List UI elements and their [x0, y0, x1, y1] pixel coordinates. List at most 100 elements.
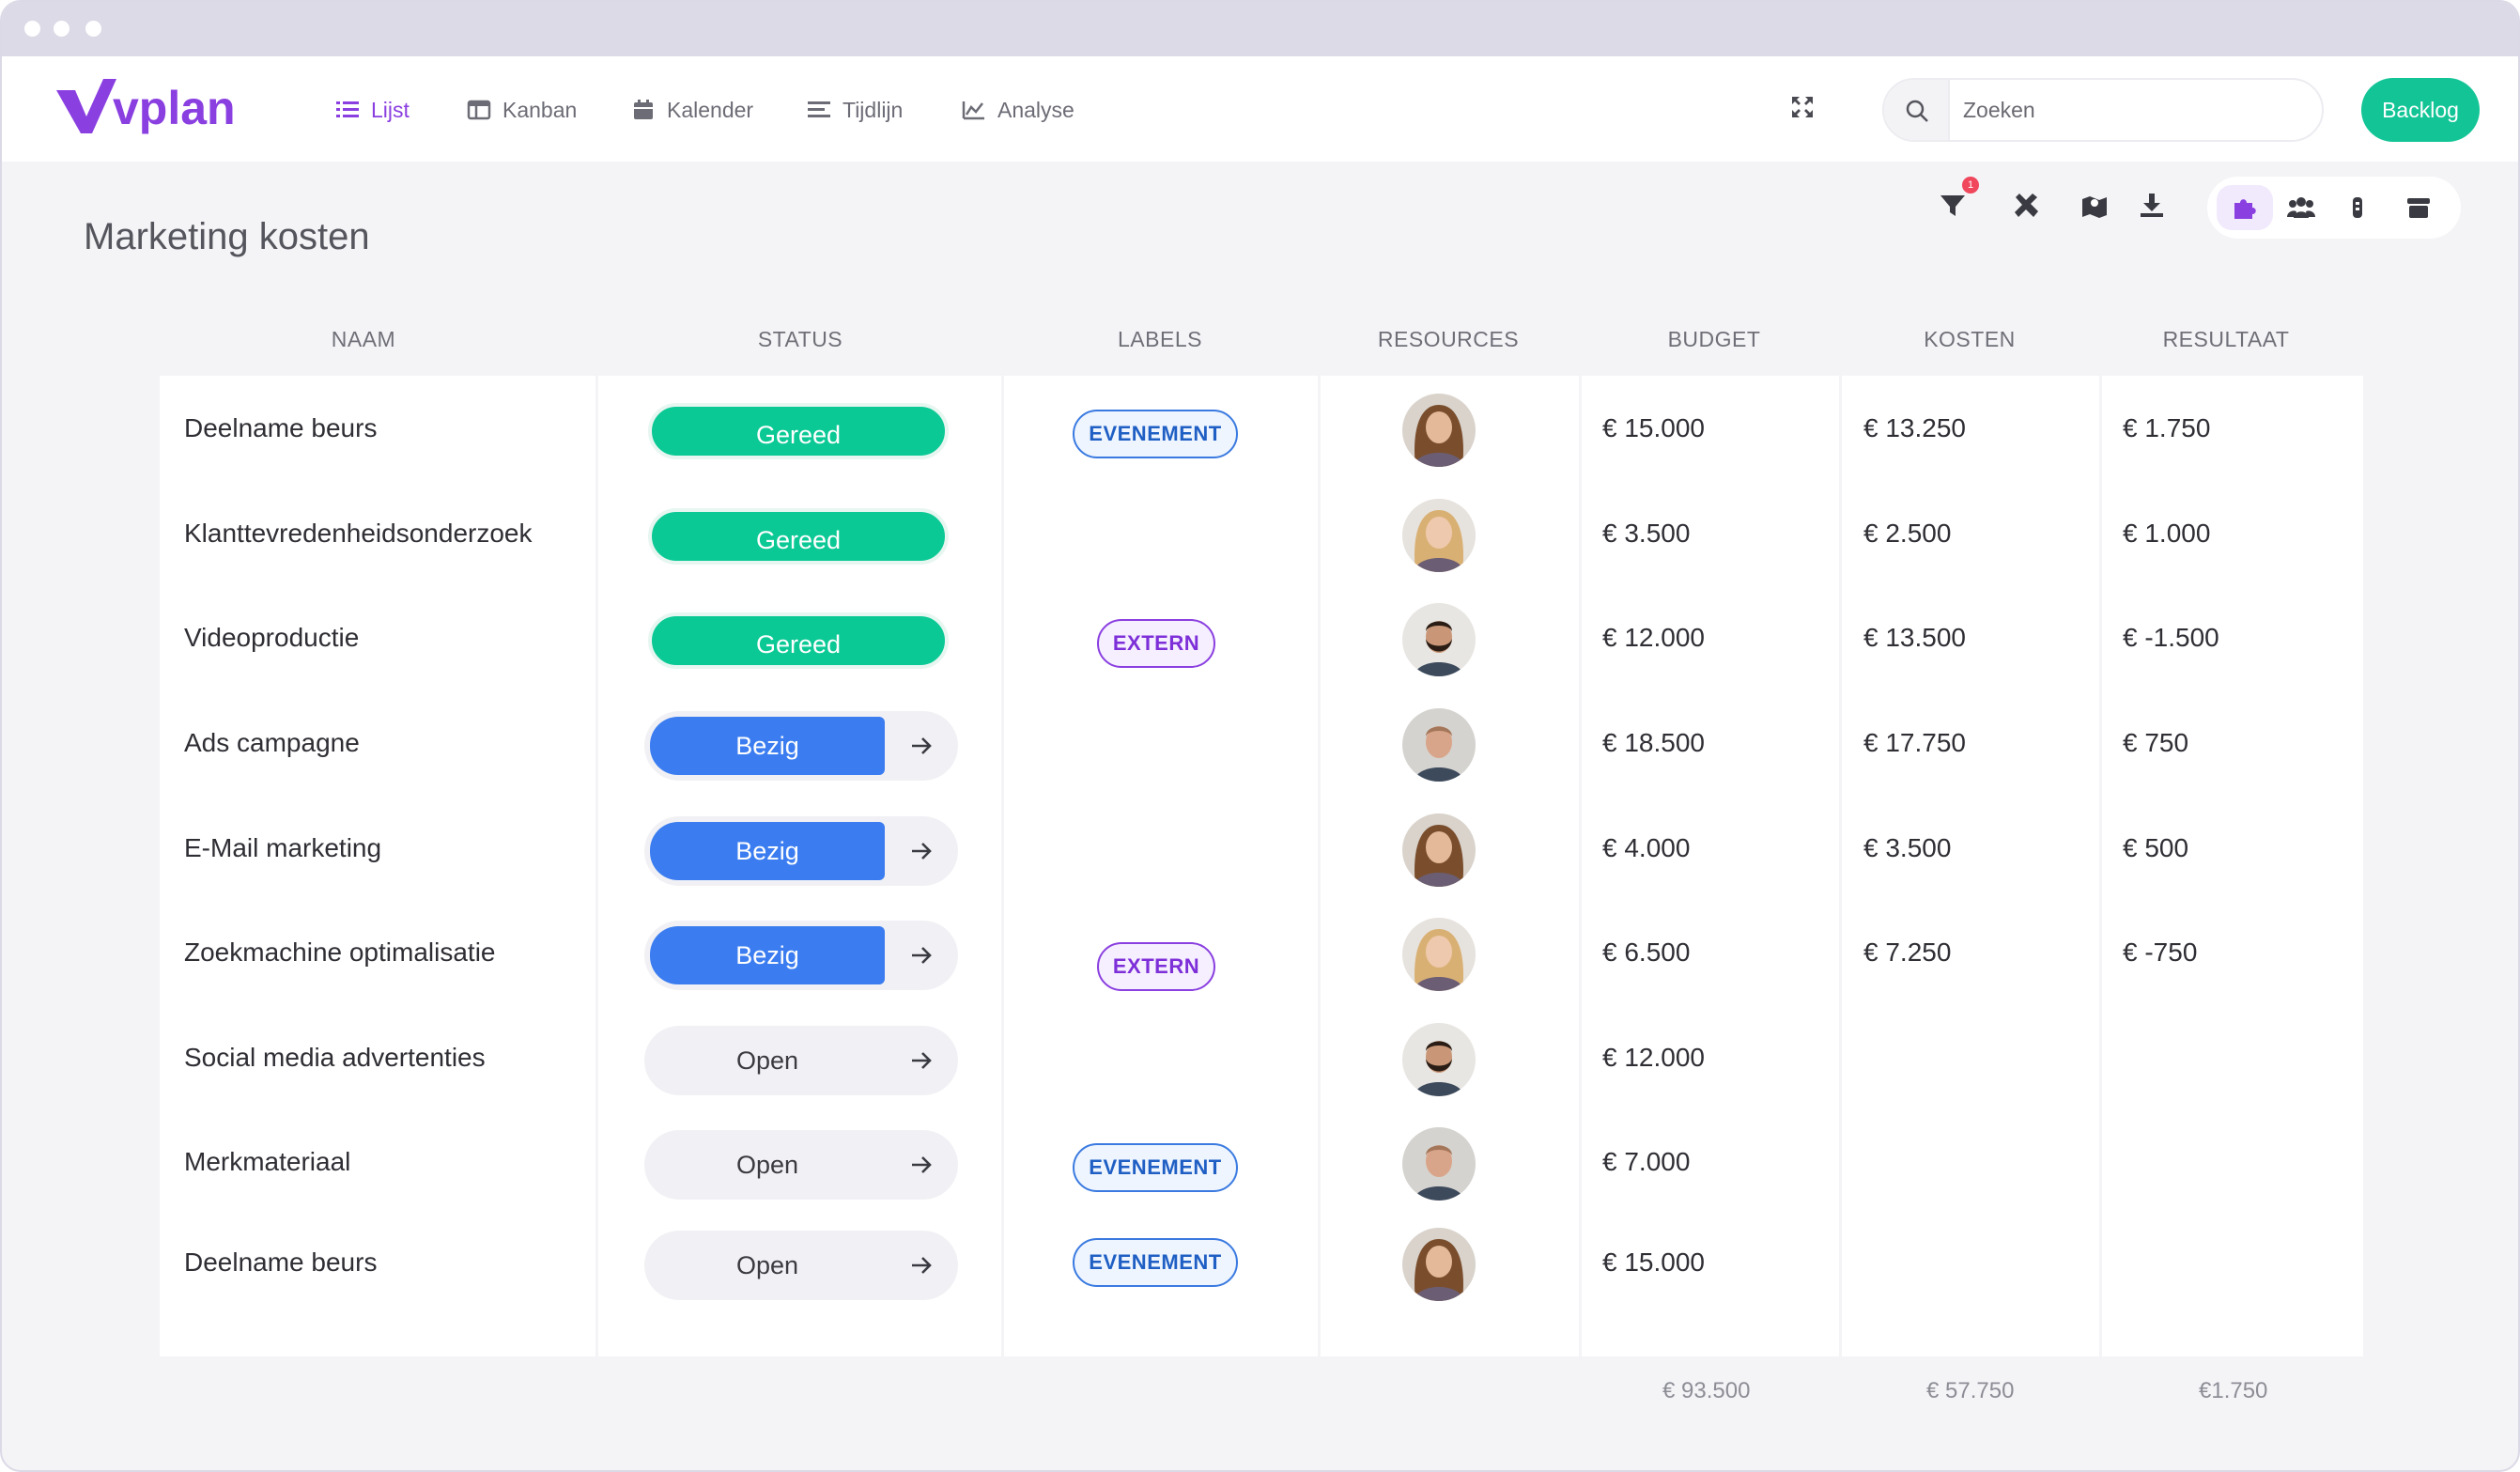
avatar[interactable] [1402, 1228, 1476, 1301]
budget-value: € 18.500 [1602, 728, 1705, 757]
window-titlebar [2, 2, 2518, 56]
arrow-right-icon[interactable] [909, 1253, 934, 1278]
avatar[interactable] [1402, 1023, 1476, 1096]
fullscreen-icon[interactable] [1789, 94, 1816, 120]
label-badge[interactable]: EVENEMENT [1073, 410, 1238, 458]
arrow-right-icon[interactable] [909, 839, 934, 863]
column-header-resources[interactable]: RESOURCES [1354, 327, 1542, 352]
kosten-value: € 3.500 [1863, 833, 1952, 862]
column-header-kosten[interactable]: KOSTEN [1876, 327, 2064, 352]
window-dot[interactable] [85, 21, 101, 37]
team-icon[interactable] [2287, 194, 2315, 222]
avatar[interactable] [1402, 813, 1476, 887]
download-icon[interactable] [2138, 192, 2166, 220]
arrow-right-icon[interactable] [909, 1153, 934, 1177]
status-button[interactable]: Gereed [648, 403, 949, 459]
status-button[interactable]: Gereed [648, 612, 949, 669]
table-row[interactable]: Deelname beurs Open EVENEMENT € 15.000 [160, 1210, 2363, 1314]
table-row[interactable]: Deelname beurs Gereed EVENEMENT € 15.000 € 1… [160, 376, 2363, 480]
tab-kanban[interactable]: Kanban [467, 92, 577, 128]
window-dot[interactable] [24, 21, 40, 37]
arrow-right-icon[interactable] [909, 734, 934, 758]
label-badge[interactable]: EXTERN [1097, 942, 1215, 991]
table-row[interactable]: Klanttevredenheidsonderzoek Gereed € 3.500… [160, 481, 2363, 585]
avatar[interactable] [1402, 1127, 1476, 1201]
status-control: Bezig [644, 921, 958, 990]
tab-label: Kalender [667, 97, 754, 122]
label-badge[interactable]: EXTERN [1097, 619, 1215, 668]
status-button[interactable]: Bezig [650, 717, 885, 775]
column-header-labels[interactable]: LABELS [1066, 327, 1254, 352]
calendar-icon [634, 100, 653, 119]
column-header-resultaat[interactable]: RESULTAAT [2132, 327, 2320, 352]
task-name[interactable]: Deelname beurs [184, 1247, 377, 1278]
task-name[interactable]: Zoekmachine optimalisatie [184, 937, 496, 968]
status-control: Bezig [644, 816, 958, 886]
table-row[interactable]: Social media advertenties Open € 12.000 [160, 1005, 2363, 1109]
budget-value: € 15.000 [1602, 1247, 1705, 1277]
status-button[interactable]: Gereed [648, 508, 949, 565]
avatar[interactable] [1402, 603, 1476, 676]
avatar[interactable] [1402, 708, 1476, 782]
status-control: Open [644, 1130, 958, 1200]
search-icon-wrap[interactable] [1884, 80, 1950, 140]
avatar[interactable] [1402, 918, 1476, 991]
task-name[interactable]: E-Mail marketing [184, 833, 381, 863]
kosten-value: € 7.250 [1863, 937, 1952, 967]
table-row[interactable]: Merkmateriaal Open EVENEMENT € 7.000 [160, 1109, 2363, 1214]
kanban-icon [467, 100, 491, 120]
label-badge[interactable]: EVENEMENT [1073, 1143, 1238, 1192]
label-badge[interactable]: EVENEMENT [1073, 1238, 1238, 1287]
archive-icon[interactable] [2404, 194, 2433, 222]
budget-value: € 4.000 [1602, 833, 1691, 862]
task-name[interactable]: Merkmateriaal [184, 1147, 350, 1177]
chart-icon [962, 101, 984, 120]
column-header-naam[interactable]: NAAM [274, 327, 453, 352]
arrow-right-icon[interactable] [909, 1048, 934, 1073]
table-row[interactable]: Ads campagne Bezig € 18.500 € 17.750 € 750 [160, 690, 2363, 795]
avatar[interactable] [1402, 499, 1476, 572]
resultaat-value: € -1.500 [2123, 623, 2219, 652]
task-name[interactable]: Videoproductie [184, 623, 359, 653]
tools-icon[interactable] [2012, 192, 2040, 220]
vplan-logo[interactable]: vplan [54, 77, 239, 145]
avatar[interactable] [1402, 394, 1476, 467]
status-button[interactable]: Open [650, 1136, 885, 1194]
table-row[interactable]: E-Mail marketing Bezig € 4.000 € 3.500 € 500 [160, 796, 2363, 900]
total-kosten: € 57.750 [1926, 1378, 2015, 1403]
table-row[interactable]: Videoproductie Gereed EXTERN € 12.000 € 13.5… [160, 585, 2363, 690]
column-header-status[interactable]: STATUS [706, 327, 894, 352]
total-budget: € 93.500 [1662, 1378, 1751, 1403]
kosten-value: € 2.500 [1863, 519, 1952, 548]
window-dot[interactable] [54, 21, 70, 37]
tab-analyse[interactable]: Analyse [962, 92, 1074, 128]
task-name[interactable]: Deelname beurs [184, 413, 377, 443]
search-input[interactable] [1963, 80, 2311, 140]
task-name[interactable]: Klanttevredenheidsonderzoek [184, 519, 532, 549]
task-name[interactable]: Ads campagne [184, 728, 360, 758]
status-button[interactable]: Bezig [650, 822, 885, 880]
resultaat-value: € 1.750 [2123, 413, 2211, 442]
map-icon[interactable] [2080, 192, 2109, 220]
tab-kalender[interactable]: Kalender [631, 92, 753, 128]
tab-lijst[interactable]: Lijst [335, 92, 410, 128]
task-name[interactable]: Social media advertenties [184, 1043, 486, 1073]
budget-value: € 15.000 [1602, 413, 1705, 442]
status-button[interactable]: Open [650, 1031, 885, 1090]
budget-value: € 6.500 [1602, 937, 1691, 967]
resultaat-value: € 500 [2123, 833, 2189, 862]
tab-tijdlijn[interactable]: Tijdlijn [807, 92, 903, 128]
cylinder-icon[interactable] [2343, 194, 2372, 222]
logo-text: vplan [113, 82, 236, 134]
arrow-right-icon[interactable] [909, 943, 934, 968]
budget-value: € 12.000 [1602, 1043, 1705, 1072]
puzzle-icon[interactable] [2231, 194, 2259, 222]
table-row[interactable]: Zoekmachine optimalisatie Bezig EXTERN € 6.… [160, 900, 2363, 1004]
status-button[interactable]: Open [650, 1236, 885, 1294]
budget-value: € 3.500 [1602, 519, 1691, 548]
backlog-button[interactable]: Backlog [2361, 78, 2480, 142]
filter-icon[interactable] [1939, 192, 1967, 220]
column-header-budget[interactable]: BUDGET [1620, 327, 1808, 352]
status-button[interactable]: Bezig [650, 926, 885, 984]
status-control: Bezig [644, 711, 958, 781]
